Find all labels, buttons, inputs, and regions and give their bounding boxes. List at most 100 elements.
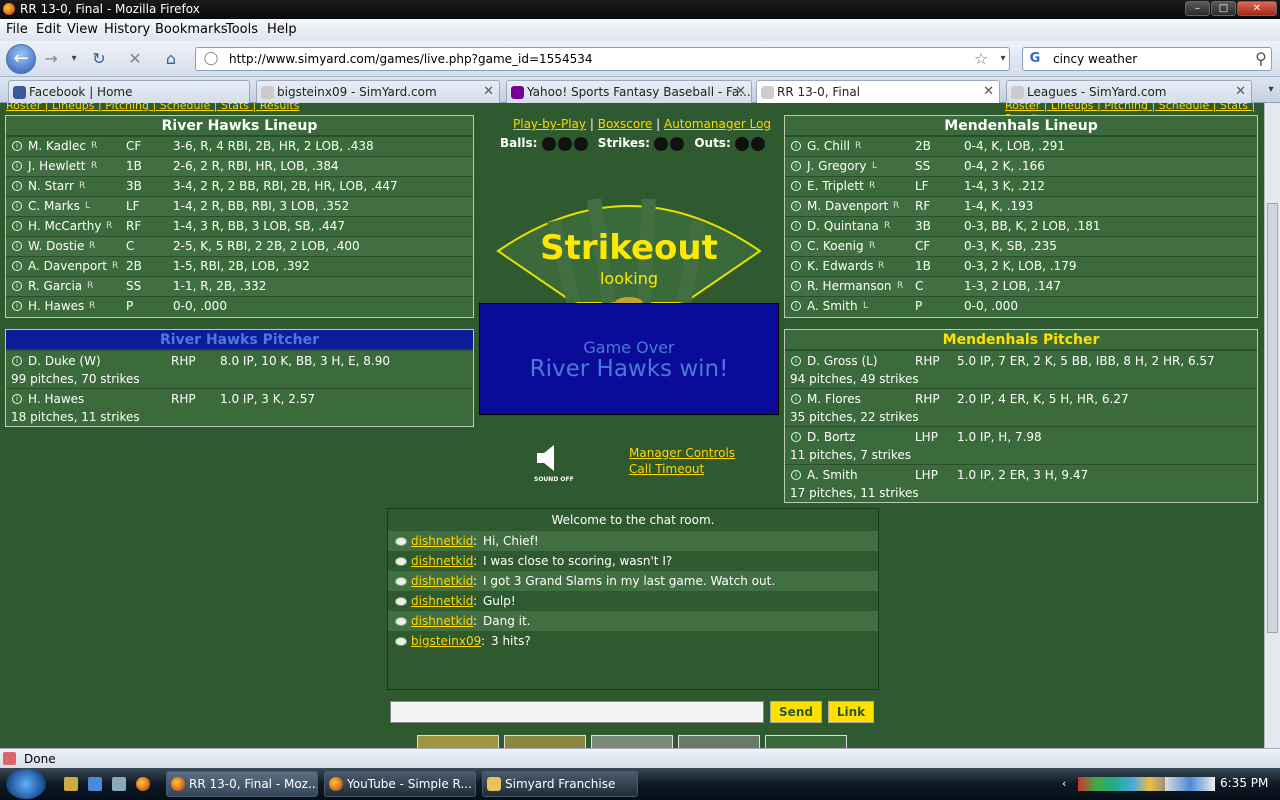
player-info-icon[interactable]: i [12,201,22,211]
taskbar-item-simyard[interactable]: Simyard Franchise [482,771,638,797]
boxscore-link[interactable]: Boxscore [598,117,653,131]
scrollbar-thumb[interactable] [1267,203,1278,633]
batting-hand: R [87,281,94,291]
vertical-scrollbar[interactable] [1264,103,1280,748]
search-field[interactable]: cincy weather [1022,47,1272,71]
chat-username[interactable]: dishnetkid [411,611,473,631]
system-tray-icons[interactable] [1165,777,1215,791]
home-team-links[interactable]: Roster | Lineups | Pitching | Schedule |… [6,103,299,112]
player-info-icon[interactable]: i [791,261,801,271]
stop-icon[interactable]: ✕ [124,48,146,70]
close-tab-icon[interactable]: ✕ [735,81,746,103]
tray-icons[interactable] [1078,777,1168,791]
url-dropdown-icon[interactable]: ▾ [992,48,1014,70]
lineup-row: i R. Hermanson R C 1-3, 2 LOB, .147 [785,276,1257,296]
show-desktop-icon[interactable] [64,777,78,791]
close-tab-icon[interactable]: ✕ [483,81,494,103]
minimize-button[interactable]: – [1185,1,1210,16]
search-magnifier-icon[interactable]: ⚲ [1250,48,1272,70]
forward-arrow-icon[interactable]: → [40,48,62,70]
player-name: K. Edwards [807,259,874,273]
menu-help[interactable]: Help [267,19,297,41]
player-info-icon[interactable]: i [12,181,22,191]
chat-username[interactable]: dishnetkid [411,571,473,591]
close-tab-icon[interactable]: ✕ [1235,81,1246,103]
chat-username[interactable]: dishnetkid [411,591,473,611]
player-info-icon[interactable]: i [791,161,801,171]
pitcher-row: i A. Smith LHP 1.0 IP, 2 ER, 3 H, 9.47 17 pi… [785,464,1257,502]
player-name: J. Hewlett [28,159,86,173]
player-info-icon[interactable]: i [791,221,801,231]
url-field[interactable]: http://www.simyard.com/games/live.php?ga… [195,47,1010,71]
player-info-icon[interactable]: i [791,141,801,151]
manager-controls-link[interactable]: Manager Controls [629,446,735,460]
home-icon[interactable]: ⌂ [160,48,182,70]
start-button[interactable] [6,769,46,799]
player-position: 1B [126,159,142,173]
tab-yahoo[interactable]: Yahoo! Sports Fantasy Baseball - Fa... ✕ [506,80,752,103]
taskbar-item-youtube[interactable]: YouTube - Simple R... [324,771,476,797]
player-info-icon[interactable]: i [12,241,22,251]
pitcher-throws: RHP [915,392,940,406]
player-info-icon[interactable]: i [791,201,801,211]
field-thumbnail[interactable] [765,735,847,748]
player-info-icon[interactable]: i [791,301,801,311]
player-info-icon[interactable]: i [12,261,22,271]
menu-file[interactable]: File [6,19,28,41]
search-engine-icon[interactable]: G [1024,48,1046,70]
menu-bookmarks[interactable]: Bookmarks [155,19,228,41]
tab-facebook[interactable]: Facebook | Home [8,80,250,103]
chat-username[interactable]: dishnetkid [411,531,473,551]
maximize-button[interactable]: □ [1211,1,1236,16]
menu-tools[interactable]: Tools [226,19,258,41]
menu-edit[interactable]: Edit [36,19,61,41]
tab-game[interactable]: RR 13-0, Final ✕ [756,80,1000,104]
player-info-icon[interactable]: i [12,301,22,311]
player-info-icon[interactable]: i [12,161,22,171]
switch-windows-icon[interactable] [88,777,102,791]
pitcher-info-icon[interactable]: i [12,356,22,366]
quicklaunch-icon[interactable] [112,777,126,791]
pitcher-info-icon[interactable]: i [791,470,801,480]
tab-leagues[interactable]: Leagues - SimYard.com ✕ [1006,80,1252,103]
taskbar-item-game[interactable]: RR 13-0, Final - Moz... [166,771,318,797]
link-button[interactable]: Link [828,701,874,723]
close-tab-icon[interactable]: ✕ [983,81,994,103]
pitch-count: 17 pitches, 11 strikes [790,486,919,500]
player-info-icon[interactable]: i [791,241,801,251]
play-by-play-link[interactable]: Play-by-Play [513,117,586,131]
sound-toggle[interactable]: SOUND OFF [534,443,574,483]
game-links: Play-by-Play | Boxscore | Automanager Lo… [513,117,772,131]
field-thumbnail[interactable] [417,735,499,748]
pitcher-info-icon[interactable]: i [12,394,22,404]
chat-username[interactable]: bigsteinx09 [411,631,481,651]
call-timeout-link[interactable]: Call Timeout [629,462,704,476]
pitcher-info-icon[interactable]: i [791,432,801,442]
bookmark-star-icon[interactable]: ☆ [970,48,992,70]
menu-history[interactable]: History [104,19,150,41]
player-info-icon[interactable]: i [12,141,22,151]
field-thumbnail[interactable] [504,735,586,748]
menu-view[interactable]: View [67,19,98,41]
automanager-log-link[interactable]: Automanager Log [664,117,771,131]
player-info-icon[interactable]: i [12,281,22,291]
chat-input[interactable] [390,701,764,723]
pitcher-info-icon[interactable]: i [791,356,801,366]
site-identity-icon[interactable]: ◯ [200,48,222,70]
tab-list-icon[interactable]: ▾ [1260,79,1280,101]
tray-expand-icon[interactable]: ‹ [1062,777,1066,790]
field-thumbnail[interactable] [591,735,673,748]
player-info-icon[interactable]: i [12,221,22,231]
firefox-quicklaunch-icon[interactable] [136,777,150,791]
send-button[interactable]: Send [770,701,822,723]
player-info-icon[interactable]: i [791,181,801,191]
chat-username[interactable]: dishnetkid [411,551,473,571]
pitcher-info-icon[interactable]: i [791,394,801,404]
field-thumbnail[interactable] [678,735,760,748]
history-dropdown-icon[interactable]: ▾ [63,48,85,70]
close-button[interactable]: ✕ [1237,1,1277,16]
back-arrow-icon[interactable]: ← [6,44,36,74]
tab-bigsteinx09[interactable]: bigsteinx09 - SimYard.com ✕ [256,80,500,103]
reload-icon[interactable]: ↻ [88,48,110,70]
player-info-icon[interactable]: i [791,281,801,291]
